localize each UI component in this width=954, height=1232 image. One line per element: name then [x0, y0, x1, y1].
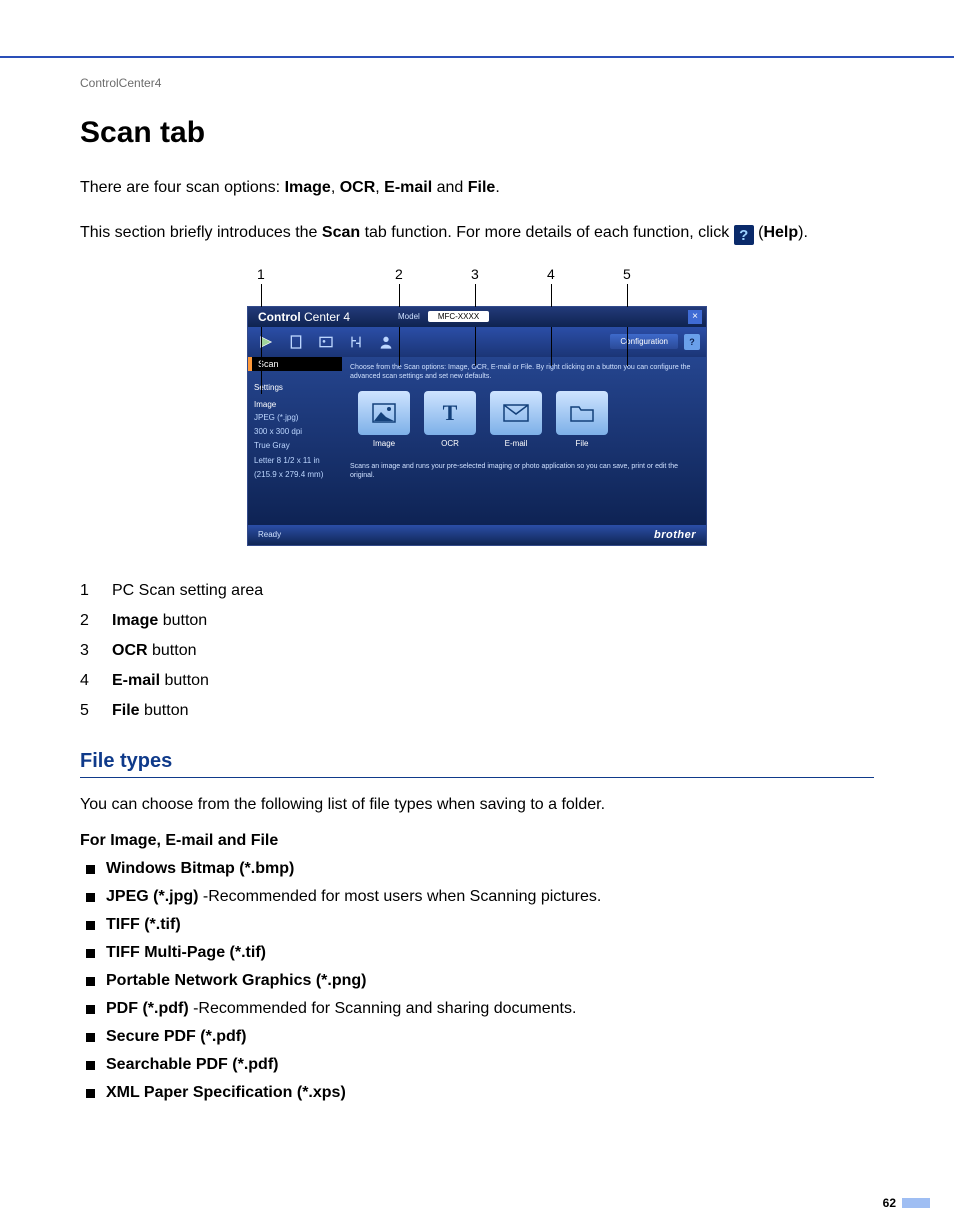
legend-1: 1PC Scan setting area [80, 582, 874, 600]
app-brand: Control Center 4 [258, 310, 350, 324]
configuration-button[interactable]: Configuration [610, 334, 678, 349]
app-screenshot: 1 2 3 4 5 Control Center 4 Model MFC-XXX… [247, 266, 707, 546]
photo-icon[interactable] [314, 331, 338, 353]
brother-logo: brother [654, 529, 696, 541]
list-item: Secure PDF (*.pdf) [86, 1028, 874, 1046]
hint-text: Choose from the Scan options: Image, OCR… [350, 363, 698, 381]
file-types-para: You can choose from the following list o… [80, 796, 874, 814]
callout-1: 1 [257, 266, 265, 282]
email-button[interactable]: E-mail [490, 391, 542, 448]
model-select[interactable]: MFC-XXXX [428, 311, 489, 322]
help-icon: ? [734, 225, 754, 245]
legend-5: 5File button [80, 702, 874, 720]
list-item: Searchable PDF (*.pdf) [86, 1056, 874, 1074]
ocr-icon: T [424, 391, 476, 435]
close-icon[interactable]: × [688, 310, 702, 324]
model-label: Model [398, 312, 420, 321]
settings-header: Settings [254, 383, 336, 392]
page-body: ControlCenter4 Scan tab There are four s… [0, 58, 954, 1102]
scan-tab[interactable]: Scan [248, 357, 342, 371]
scan-options-area: Choose from the Scan options: Image, OCR… [342, 357, 706, 525]
list-item: XML Paper Specification (*.xps) [86, 1084, 874, 1102]
callout-numbers: 1 2 3 4 5 [247, 266, 707, 306]
titlebar: Control Center 4 Model MFC-XXXX × [248, 307, 706, 327]
top-rule [0, 0, 954, 58]
pc-scan-setting-area: Scan Settings Image JPEG (*.jpg) 300 x 3… [248, 357, 342, 525]
list-header: For Image, E-mail and File [80, 832, 874, 850]
page-number: 62 [883, 1196, 896, 1210]
file-types-heading: File types [80, 750, 874, 778]
image-header: Image [254, 400, 336, 409]
list-item: TIFF Multi-Page (*.tif) [86, 944, 874, 962]
intro-paragraph-2: This section briefly introduces the Scan… [80, 221, 874, 246]
page-number-area: 62 [883, 1196, 930, 1210]
legend-3: 3OCR button [80, 642, 874, 660]
list-item: JPEG (*.jpg) -Recommended for most users… [86, 888, 874, 906]
person-icon[interactable] [374, 331, 398, 353]
nav-icon[interactable] [254, 331, 278, 353]
breadcrumb: ControlCenter4 [80, 76, 874, 90]
figure-wrap: 1 2 3 4 5 Control Center 4 Model MFC-XXX… [80, 266, 874, 546]
toolbar: Configuration ? [248, 327, 706, 357]
statusbar: Ready brother [248, 525, 706, 545]
callout-4: 4 [547, 266, 555, 282]
scan-description: Scans an image and runs your pre-selecte… [350, 462, 698, 480]
list-item: Portable Network Graphics (*.png) [86, 972, 874, 990]
app-window: Control Center 4 Model MFC-XXXX × Config… [247, 306, 707, 546]
page-number-bar [902, 1198, 930, 1208]
folder-icon [556, 391, 608, 435]
app-main: Scan Settings Image JPEG (*.jpg) 300 x 3… [248, 357, 706, 525]
page-title: Scan tab [80, 116, 874, 150]
list-item: TIFF (*.tif) [86, 916, 874, 934]
legend-4: 4E-mail button [80, 672, 874, 690]
callout-3: 3 [471, 266, 479, 282]
email-icon [490, 391, 542, 435]
tools-icon[interactable] [344, 331, 368, 353]
callout-2: 2 [395, 266, 403, 282]
intro-paragraph-1: There are four scan options: Image, OCR,… [80, 176, 874, 201]
ocr-button[interactable]: T OCR [424, 391, 476, 448]
callout-5: 5 [623, 266, 631, 282]
image-button[interactable]: Image [358, 391, 410, 448]
legend-2: 2Image button [80, 612, 874, 630]
list-item: PDF (*.pdf) -Recommended for Scanning an… [86, 1000, 874, 1018]
callout-legend: 1PC Scan setting area 2Image button 3OCR… [80, 582, 874, 720]
file-button[interactable]: File [556, 391, 608, 448]
help-button[interactable]: ? [684, 334, 700, 350]
list-item: Windows Bitmap (*.bmp) [86, 860, 874, 878]
file-types-list: Windows Bitmap (*.bmp) JPEG (*.jpg) -Rec… [80, 860, 874, 1102]
image-icon [358, 391, 410, 435]
status-text: Ready [258, 530, 281, 539]
doc-icon[interactable] [284, 331, 308, 353]
